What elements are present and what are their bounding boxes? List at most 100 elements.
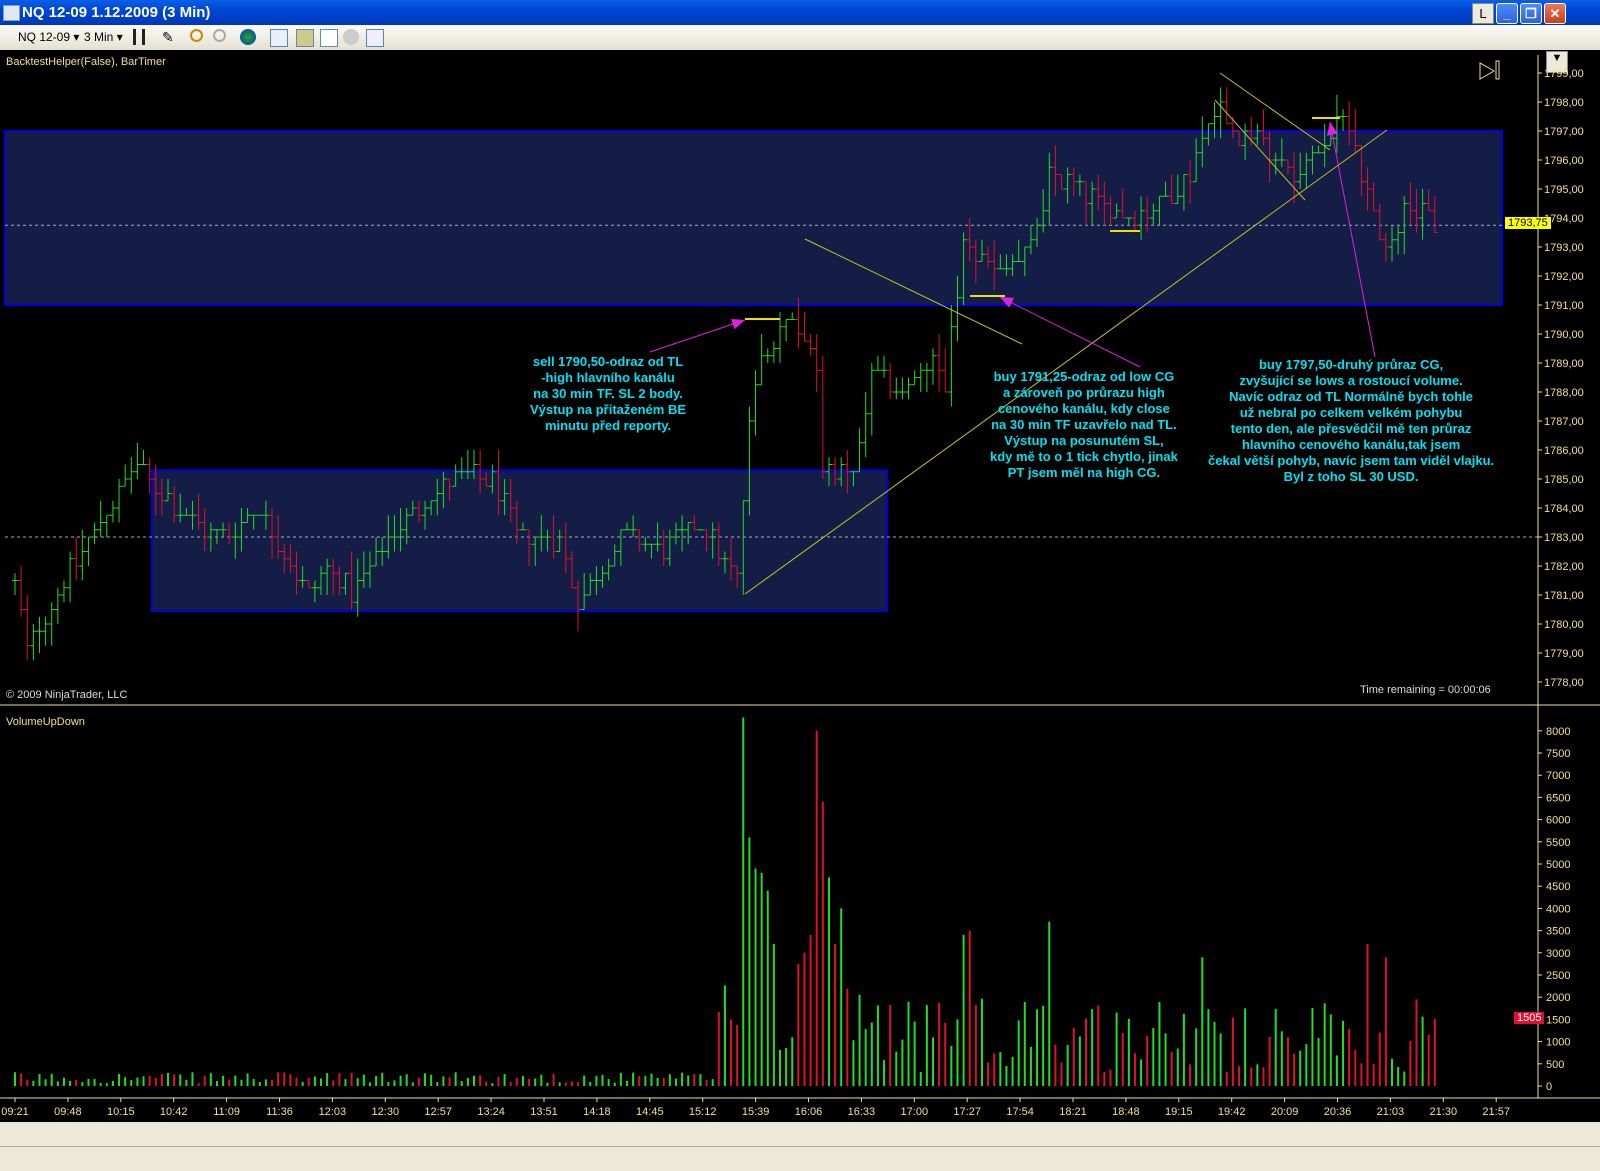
price-bar: [42, 616, 49, 646]
price-bar: [930, 348, 936, 385]
buy-trade-note-2: buy 1797,50-druhý průraz CG, zvyšující s…: [1208, 357, 1495, 484]
time-tick-label: 12:57: [424, 1106, 452, 1118]
price-bar: [91, 522, 98, 545]
time-tick-label: 15:39: [742, 1106, 770, 1118]
time-tick-label: 18:48: [1112, 1106, 1140, 1118]
volume-tick-label: 7500: [1546, 748, 1570, 760]
volume-panel-label: VolumeUpDown: [6, 716, 85, 728]
horizontal-scrollbar[interactable]: [0, 1122, 1600, 1146]
volume-tick-label: 2500: [1546, 970, 1570, 982]
price-bar: [85, 536, 92, 566]
time-tick-label: 16:33: [848, 1106, 876, 1118]
time-tick-label: 18:21: [1059, 1106, 1087, 1118]
price-channel: [4, 130, 1503, 306]
bar-style-icon[interactable]: [133, 29, 145, 45]
annotation-arrow: [999, 296, 1141, 368]
last-volume-badge: 1505: [1514, 1012, 1545, 1024]
properties-icon[interactable]: [270, 29, 288, 47]
dollar-icon[interactable]: [343, 29, 359, 45]
chart-canvas[interactable]: 1778,00 1779,00 1780,00 1781,00 1782,00 1783,…: [0, 50, 1600, 1122]
price-tick-label: 1799,00: [1544, 68, 1584, 80]
annotation-arrow: [649, 319, 746, 353]
volume-tick-label: 6000: [1546, 815, 1570, 827]
volume-tick-label: 7000: [1546, 770, 1570, 782]
time-tick-label: 11:36: [266, 1106, 293, 1118]
price-tick-label: 1798,00: [1544, 97, 1584, 109]
price-bar: [134, 442, 141, 479]
price-bar: [911, 370, 918, 386]
data-box-icon[interactable]: [366, 29, 384, 47]
volume-tick-label: 1000: [1546, 1037, 1570, 1049]
volume-tick-label: 5000: [1546, 859, 1570, 871]
maximize-button[interactable]: ❐: [1520, 3, 1542, 24]
orders-icon[interactable]: [296, 29, 314, 47]
window-title: NQ 12-09 1.12.2009 (3 Min): [22, 4, 211, 21]
price-tick-label: 1797,00: [1544, 126, 1584, 138]
price-bar: [917, 363, 924, 392]
price-bar: [764, 348, 771, 363]
price-bar: [813, 334, 820, 392]
time-tick-label: 15:12: [689, 1106, 717, 1118]
time-tick-label: 17:54: [1006, 1106, 1034, 1118]
volume-tick-label: 3000: [1546, 948, 1570, 960]
price-tick-label: 1786,00: [1544, 445, 1584, 457]
price-bar: [30, 624, 37, 661]
price-bar: [905, 377, 912, 400]
price-bar: [783, 319, 790, 342]
volume-tick-label: 2000: [1546, 992, 1570, 1004]
price-tick-label: 1795,00: [1544, 184, 1584, 196]
volume-tick-label: 3500: [1546, 926, 1570, 938]
time-tick-label: 21:03: [1377, 1106, 1405, 1118]
volume-tick-label: 8000: [1546, 726, 1570, 738]
price-bar: [881, 355, 888, 378]
price-tick-label: 1784,00: [1544, 503, 1584, 515]
drawing-tool-icon[interactable]: ✎: [162, 29, 178, 45]
price-bar: [789, 312, 796, 320]
instrument-selector[interactable]: NQ 12-09 ▾: [18, 30, 79, 44]
sell-trade-note: sell 1790,50-odraz od TL -high hlavního …: [530, 354, 687, 433]
volume-tick-label: 500: [1546, 1059, 1564, 1071]
price-tick-label: 1785,00: [1544, 474, 1584, 486]
chart-icon[interactable]: [320, 29, 338, 47]
price-bar: [948, 305, 955, 407]
zoom-out-icon[interactable]: [213, 29, 226, 42]
last-price-badge: 1793,75: [1505, 217, 1551, 229]
volume-tick-label: 6500: [1546, 792, 1570, 804]
zoom-in-icon[interactable]: [190, 29, 203, 42]
price-tick-label: 1781,00: [1544, 590, 1584, 602]
time-tick-label: 17:27: [953, 1106, 981, 1118]
price-tick-label: 1789,00: [1544, 358, 1584, 370]
price-bar: [1223, 87, 1230, 125]
time-tick-label: 14:45: [636, 1106, 664, 1118]
volume-tick-label: 4500: [1546, 881, 1570, 893]
globe-icon[interactable]: [240, 29, 256, 45]
price-tick-label: 1788,00: [1544, 387, 1584, 399]
price-tick-label: 1779,00: [1544, 648, 1584, 660]
interval-selector[interactable]: 3 Min ▾: [84, 30, 123, 44]
time-tick-label: 12:30: [372, 1106, 400, 1118]
chevron-down-icon: ▾: [73, 30, 80, 44]
price-tick-label: 1787,00: [1544, 416, 1584, 428]
price-bar: [73, 537, 80, 581]
price-bar: [67, 551, 74, 603]
time-tick-label: 13:24: [477, 1106, 505, 1118]
time-tick-label: 17:00: [901, 1106, 929, 1118]
price-bar: [899, 377, 906, 400]
price-bar: [54, 587, 61, 624]
copyright-label: © 2009 NinjaTrader, LLC: [6, 689, 128, 701]
price-bar: [18, 566, 25, 617]
price-tick-label: 1783,00: [1544, 532, 1584, 544]
price-bar: [923, 363, 930, 392]
price-bar: [801, 312, 808, 342]
title-bar: NQ 12-09 1.12.2009 (3 Min) L _ ❐ ✕: [0, 0, 1600, 25]
close-button[interactable]: ✕: [1544, 3, 1566, 24]
minimize-button[interactable]: _: [1496, 3, 1518, 24]
price-bar: [868, 363, 875, 436]
link-button[interactable]: L: [1472, 3, 1494, 24]
price-bar: [36, 616, 43, 653]
volume-tick-label: 0: [1546, 1081, 1552, 1093]
indicators-label: BacktestHelper(False), BarTimer: [6, 56, 166, 68]
time-tick-label: 21:30: [1430, 1106, 1458, 1118]
instrument-label: NQ 12-09: [18, 30, 71, 44]
price-tick-label: 1782,00: [1544, 561, 1584, 573]
